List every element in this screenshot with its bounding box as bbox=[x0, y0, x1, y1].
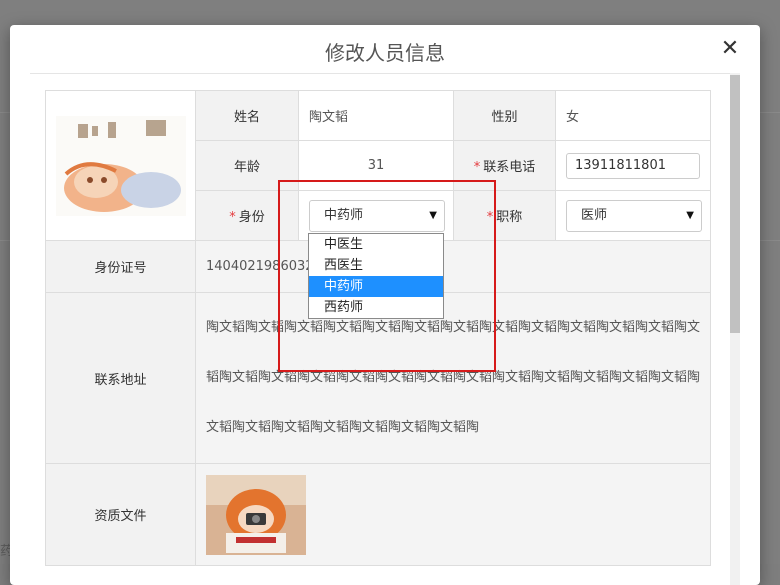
scroll-thumb[interactable] bbox=[730, 75, 740, 333]
address-value: 陶文韬陶文韬陶文韬陶文韬陶文韬陶文韬陶文韬陶文韬陶文韬陶文韬陶文韬陶文韬陶文韬陶… bbox=[195, 292, 711, 464]
person-info-form: 姓名 陶文韬 性别 女 年龄 31 *联系电话 *身份 中药师 ▼ bbox=[45, 90, 711, 566]
phone-cell bbox=[555, 140, 711, 191]
required-mark: * bbox=[229, 210, 236, 225]
edit-person-modal: 修改人员信息 ✕ 姓名 陶文韬 性别 女 年龄 31 * 联系电话 139118… bbox=[10, 25, 760, 585]
phone-label: 联系电话 bbox=[483, 160, 536, 175]
identity-option[interactable]: 中医生 bbox=[309, 234, 443, 255]
qualification-image[interactable] bbox=[206, 474, 306, 555]
avatar-cell bbox=[45, 90, 196, 241]
id-number-label: 身份证号 bbox=[45, 240, 196, 293]
address-label: 联系地址 bbox=[45, 292, 196, 464]
qualification-label: 资质文件 bbox=[45, 463, 196, 566]
modal-title: 修改人员信息 bbox=[325, 41, 445, 65]
modal-header: 修改人员信息 ✕ bbox=[30, 25, 740, 74]
id-number-value: 1404021986032 bbox=[195, 240, 711, 293]
identity-option[interactable]: 西医生 bbox=[309, 255, 443, 276]
identity-option[interactable]: 中药师 bbox=[309, 276, 443, 297]
dropdown-arrow-icon: ▼ bbox=[686, 209, 694, 221]
modal-scrollbar[interactable] bbox=[730, 73, 740, 585]
gender-value: 女 bbox=[555, 90, 711, 141]
title-label-cell: * 职称 bbox=[453, 190, 556, 241]
identity-label: 身份 bbox=[238, 210, 265, 225]
phone-label-cell: * 联系电话 bbox=[453, 140, 556, 191]
gender-label: 性别 bbox=[453, 90, 556, 141]
identity-select[interactable]: 中药师 ▼ bbox=[309, 199, 445, 232]
close-icon[interactable]: ✕ bbox=[718, 37, 742, 61]
identity-dropdown-list[interactable]: 中医生 西医生 中药师 西药师 bbox=[308, 233, 444, 319]
title-selected-value: 医师 bbox=[581, 207, 608, 223]
name-label: 姓名 bbox=[195, 90, 299, 141]
phone-field[interactable] bbox=[566, 152, 700, 179]
title-select[interactable]: 医师 ▼ bbox=[566, 199, 702, 232]
avatar[interactable] bbox=[55, 115, 186, 216]
dropdown-arrow-icon: ▼ bbox=[429, 209, 437, 221]
age-label: 年龄 bbox=[195, 140, 299, 191]
identity-option[interactable]: 西药师 bbox=[309, 297, 443, 318]
required-mark: * bbox=[473, 160, 481, 175]
qualification-cell bbox=[195, 463, 711, 566]
required-mark: * bbox=[486, 210, 494, 225]
title-cell: 医师 ▼ bbox=[555, 190, 711, 241]
name-value: 陶文韬 bbox=[298, 90, 454, 141]
identity-label-cell: * 身份 bbox=[195, 190, 299, 241]
identity-selected-value: 中药师 bbox=[324, 207, 364, 223]
title-label: 职称 bbox=[496, 210, 523, 225]
age-value: 31 bbox=[298, 140, 454, 191]
